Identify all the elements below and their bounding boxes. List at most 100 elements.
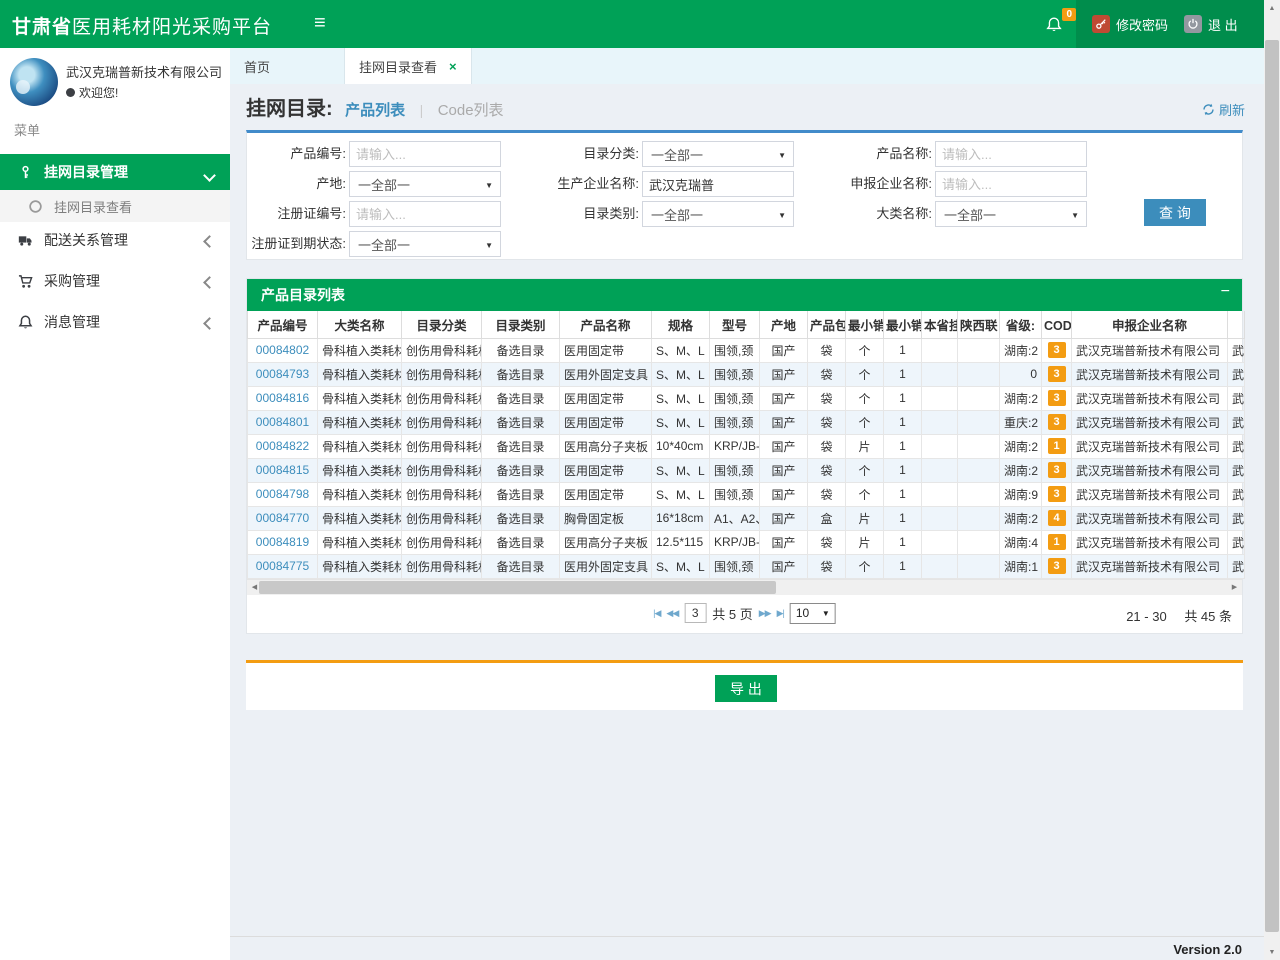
key-icon: [16, 163, 34, 181]
cell-code: 1: [1042, 434, 1072, 458]
product-id-link[interactable]: 00084816: [256, 391, 309, 405]
search-input-4[interactable]: [642, 171, 794, 197]
sidebar-item-label: 挂网目录管理: [44, 162, 128, 182]
cell-pkg: 袋: [808, 338, 846, 362]
product-id-link[interactable]: 00084819: [256, 535, 309, 549]
notification-bell-button[interactable]: 0: [1046, 14, 1072, 36]
product-id-link[interactable]: 00084802: [256, 343, 309, 357]
search-input-5[interactable]: [935, 171, 1087, 197]
code-count-badge[interactable]: 3: [1048, 462, 1066, 478]
cell-big_class: 骨科植入类耗材: [318, 410, 402, 434]
tab-close-icon[interactable]: ×: [449, 59, 457, 74]
product-id-link[interactable]: 00084793: [256, 367, 309, 381]
product-id-link[interactable]: 00084775: [256, 559, 309, 573]
cell-model: 围领,颈: [710, 386, 760, 410]
code-count-badge[interactable]: 3: [1048, 390, 1066, 406]
product-id-link[interactable]: 00084798: [256, 487, 309, 501]
refresh-button[interactable]: 刷新: [1202, 100, 1245, 119]
column-header-pkg: 产品包: [808, 311, 846, 338]
cell-prov_price: 湖南:2: [1000, 338, 1042, 362]
scroll-up-arrow-icon[interactable]: ▲: [1264, 0, 1280, 16]
export-panel: 导 出: [246, 660, 1243, 710]
vertical-scrollbar[interactable]: ▲ ▼: [1264, 0, 1280, 960]
collapse-icon[interactable]: −: [1221, 283, 1230, 301]
horizontal-scrollbar[interactable]: ◀ ▶: [247, 579, 1242, 595]
product-id-link[interactable]: 00084801: [256, 415, 309, 429]
cell-spec: S、M、L: [652, 386, 710, 410]
cell-big_class: 骨科植入类耗材: [318, 458, 402, 482]
search-select-1[interactable]: 一全部一▼: [642, 141, 794, 167]
refresh-icon: [1202, 103, 1215, 116]
column-header-model: 型号: [710, 311, 760, 338]
code-count-badge[interactable]: 1: [1048, 534, 1066, 550]
product-id-link[interactable]: 00084770: [256, 511, 309, 525]
cell-pkg: 袋: [808, 530, 846, 554]
code-count-badge[interactable]: 3: [1048, 342, 1066, 358]
view-switch-code-list[interactable]: Code列表: [438, 102, 504, 119]
code-count-badge[interactable]: 1: [1048, 438, 1066, 454]
cell-model: 围领,颈: [710, 554, 760, 578]
search-select-7[interactable]: 一全部一▼: [642, 201, 794, 227]
search-select-3[interactable]: 一全部一▼: [349, 171, 501, 197]
sidebar-item-message-management[interactable]: 消息管理: [0, 304, 230, 340]
sidebar-item-purchase-management[interactable]: 采购管理: [0, 263, 230, 299]
dropdown-caret-icon: ▼: [485, 241, 493, 250]
product-id-link[interactable]: 00084822: [256, 439, 309, 453]
page-size-select[interactable]: 10 ▼: [790, 603, 836, 624]
tab-catalog-view[interactable]: 挂网目录查看 ×: [345, 48, 472, 84]
scroll-right-arrow-icon[interactable]: ▶: [1227, 580, 1242, 595]
code-count-badge[interactable]: 4: [1048, 510, 1066, 526]
cell-extra: 武汉: [1228, 434, 1245, 458]
code-count-badge[interactable]: 3: [1048, 486, 1066, 502]
sidebar-item-catalog-view[interactable]: 挂网目录查看: [0, 190, 230, 222]
cell-extra: 武汉: [1228, 338, 1245, 362]
sidebar-item-catalog-management[interactable]: 挂网目录管理: [0, 154, 230, 190]
cell-name: 医用固定带: [560, 410, 652, 434]
product-id-link[interactable]: 00084815: [256, 463, 309, 477]
code-count-badge[interactable]: 3: [1048, 558, 1066, 574]
sidebar-item-delivery-management[interactable]: 配送关系管理: [0, 222, 230, 258]
tab-bar: 首页 挂网目录查看 ×: [230, 48, 1264, 85]
cell-catalog_type: 备选目录: [482, 386, 560, 410]
cell-name: 胸骨固定板: [560, 506, 652, 530]
cell-unit: 片: [846, 434, 884, 458]
query-button[interactable]: 查 询: [1144, 199, 1206, 226]
bell-icon: [1046, 17, 1062, 33]
search-select-9[interactable]: 一全部一▼: [349, 231, 501, 257]
top-header: 甘肃省医用耗材阳光采购平台 ≡ 0 修改密码 退 出: [0, 0, 1264, 48]
cell-unit: 个: [846, 458, 884, 482]
code-count-badge[interactable]: 3: [1048, 366, 1066, 382]
tab-home[interactable]: 首页: [230, 48, 345, 84]
table-row: 00084815骨科植入类耗材创伤用骨科耗材备选目录医用固定带S、M、L围领,颈…: [248, 458, 1245, 482]
view-switch-product-list[interactable]: 产品列表: [345, 102, 405, 119]
cell-unit: 个: [846, 362, 884, 386]
page-title: 挂网目录:: [246, 92, 333, 121]
search-select-8[interactable]: 一全部一▼: [935, 201, 1087, 227]
search-input-0[interactable]: [349, 141, 501, 167]
horizontal-scrollbar-thumb[interactable]: [259, 581, 776, 594]
export-button[interactable]: 导 出: [715, 675, 777, 702]
cell-extra: 武汉: [1228, 410, 1245, 434]
scroll-down-arrow-icon[interactable]: ▼: [1264, 944, 1280, 960]
current-page-input[interactable]: 3: [684, 603, 706, 623]
sidebar-toggle-icon[interactable]: ≡: [314, 12, 326, 35]
vertical-scrollbar-thumb[interactable]: [1265, 40, 1279, 932]
page-head: 挂网目录: 产品列表 | Code列表 刷新: [246, 92, 1247, 126]
cell-extra: 武汉: [1228, 506, 1245, 530]
search-field-label: 申报企业名称:: [797, 171, 932, 197]
change-password-button[interactable]: 修改密码: [1092, 15, 1168, 34]
first-page-button[interactable]: |◀: [653, 608, 660, 619]
last-page-button[interactable]: ▶|: [777, 608, 784, 619]
next-page-button[interactable]: ▶▶: [759, 608, 771, 619]
code-count-badge[interactable]: 3: [1048, 414, 1066, 430]
cell-catalog_type: 备选目录: [482, 458, 560, 482]
pagination-info: 21 - 30 共 45 条: [1126, 606, 1232, 625]
cell-unit: 片: [846, 530, 884, 554]
cell-shaanxi: [958, 506, 1000, 530]
prev-page-button[interactable]: ◀◀: [666, 608, 678, 619]
welcome-text: 欢迎您!: [66, 84, 118, 101]
cell-code: 1: [1042, 530, 1072, 554]
logout-button[interactable]: 退 出: [1184, 15, 1238, 34]
search-input-2[interactable]: [935, 141, 1087, 167]
search-input-6[interactable]: [349, 201, 501, 227]
